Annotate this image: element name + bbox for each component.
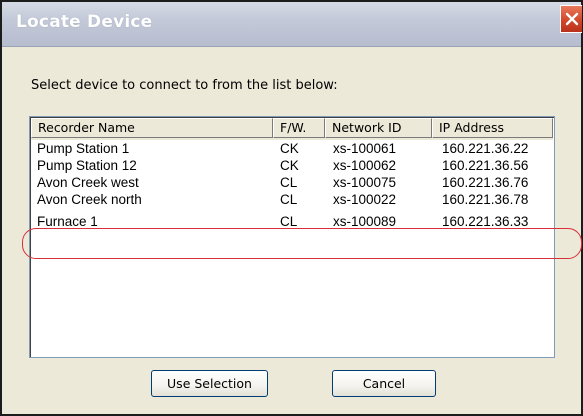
cell-recorder-name: Pump Station 12 <box>37 158 137 173</box>
cell-recorder-name: Avon Creek north <box>37 192 142 207</box>
locate-device-dialog: Locate Device Select device to connect t… <box>0 0 583 416</box>
instruction-label: Select device to connect to from the lis… <box>31 78 338 93</box>
cell-ip-address: 160.221.36.33 <box>442 214 529 229</box>
list-row-furnace-1[interactable]: Furnace 1 CL xs-100089 160.221.36.33 <box>31 213 553 230</box>
cell-fw: CL <box>280 192 298 207</box>
cell-recorder-name: Furnace 1 <box>37 214 98 229</box>
close-button[interactable] <box>560 5 582 33</box>
cell-network-id: xs-100061 <box>333 141 397 156</box>
list-row-pump-station-12[interactable]: Pump Station 12 CK xs-100062 160.221.36.… <box>31 157 553 174</box>
window-title: Locate Device <box>16 12 153 32</box>
list-rows: Pump Station 1 CK xs-100061 160.221.36.2… <box>31 140 553 230</box>
cell-network-id: xs-100089 <box>333 214 397 229</box>
column-header-network-id[interactable]: Network ID <box>325 118 432 138</box>
list-row-avon-creek-north[interactable]: Avon Creek north CL xs-100022 160.221.36… <box>31 191 553 208</box>
cell-network-id: xs-100062 <box>333 158 397 173</box>
list-row-avon-creek-west[interactable]: Avon Creek west CL xs-100075 160.221.36.… <box>31 174 553 191</box>
column-header-fw[interactable]: F/W. <box>273 118 325 138</box>
cell-ip-address: 160.221.36.76 <box>442 175 529 190</box>
cell-ip-address: 160.221.36.22 <box>442 141 529 156</box>
cell-fw: CL <box>280 214 298 229</box>
cell-recorder-name: Pump Station 1 <box>37 141 130 156</box>
cell-fw: CK <box>280 158 299 173</box>
close-icon <box>565 12 578 26</box>
cell-recorder-name: Avon Creek west <box>37 175 139 190</box>
cell-network-id: xs-100075 <box>333 175 397 190</box>
column-header-recorder-name[interactable]: Recorder Name <box>31 118 273 138</box>
cell-ip-address: 160.221.36.78 <box>442 192 529 207</box>
cell-fw: CK <box>280 141 299 156</box>
title-bar[interactable]: Locate Device <box>2 2 582 47</box>
cell-ip-address: 160.221.36.56 <box>442 158 529 173</box>
column-header-ip-address[interactable]: IP Address <box>432 118 553 138</box>
cell-fw: CL <box>280 175 298 190</box>
use-selection-button[interactable]: Use Selection <box>151 370 268 397</box>
device-list[interactable]: Recorder Name F/W. Network ID IP Address… <box>29 116 555 358</box>
list-header: Recorder Name F/W. Network ID IP Address <box>31 118 553 140</box>
list-row-pump-station-1[interactable]: Pump Station 1 CK xs-100061 160.221.36.2… <box>31 140 553 157</box>
cancel-button[interactable]: Cancel <box>332 370 436 397</box>
cell-network-id: xs-100022 <box>333 192 397 207</box>
